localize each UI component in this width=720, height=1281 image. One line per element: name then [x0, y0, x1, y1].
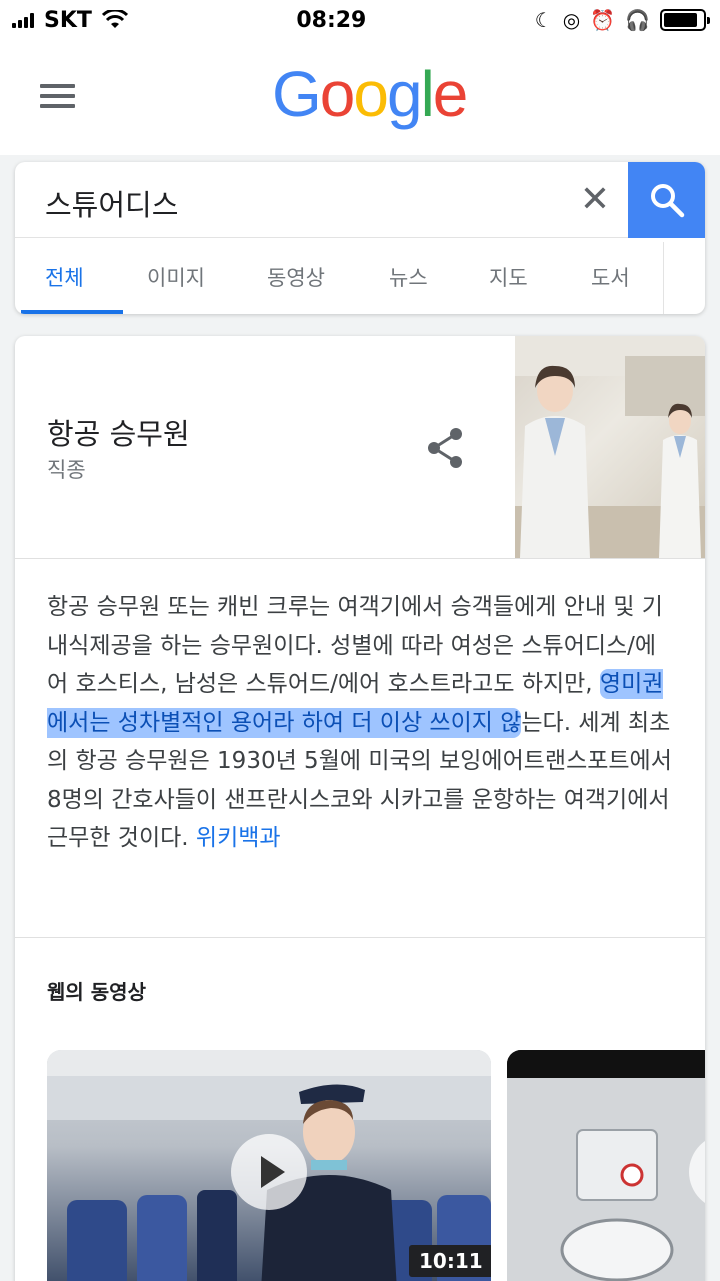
hamburger-icon[interactable]: [40, 84, 75, 108]
tab-images[interactable]: 이미지: [147, 262, 205, 292]
entity-image[interactable]: [515, 336, 705, 558]
video-thumbnail[interactable]: [507, 1050, 705, 1281]
video-thumbnail[interactable]: 10:11: [47, 1050, 491, 1281]
tab-videos[interactable]: 동영상: [267, 262, 325, 292]
tabs-divider: [663, 242, 664, 314]
entity-description: 항공 승무원 또는 캐빈 크루는 여객기에서 승객들에게 안내 및 기내식제공을…: [47, 588, 677, 858]
logo-letter: o: [319, 58, 356, 130]
rotation-lock-icon: ◎: [562, 8, 581, 32]
tab-news[interactable]: 뉴스: [389, 262, 428, 292]
play-icon[interactable]: [231, 1134, 307, 1210]
section-divider: [15, 558, 705, 559]
tab-all[interactable]: 전체: [45, 262, 84, 292]
clock: 08:29: [296, 7, 367, 33]
tab-maps[interactable]: 지도: [489, 262, 528, 292]
active-tab-indicator: [21, 310, 123, 314]
search-input[interactable]: 스튜어디스: [45, 182, 178, 224]
search-card: 스튜어디스 ✕ 전체 이미지 동영상 뉴스 지도 도서: [15, 162, 705, 314]
video-duration: 10:11: [409, 1245, 491, 1277]
moon-icon: ☾: [534, 8, 553, 32]
close-icon[interactable]: ✕: [575, 180, 615, 220]
tab-books[interactable]: 도서: [591, 262, 630, 292]
wifi-icon: [101, 10, 128, 28]
logo-letter: l: [420, 58, 435, 130]
search-button[interactable]: [628, 162, 705, 238]
logo-letter: g: [386, 58, 423, 130]
status-bar-right: ☾ ◎ ⏰ 🎧: [534, 8, 710, 32]
search-icon: [650, 184, 684, 218]
wikipedia-link[interactable]: 위키백과: [196, 825, 281, 851]
search-tabs: 전체 이미지 동영상 뉴스 지도 도서: [15, 238, 665, 314]
logo-letter: o: [353, 58, 389, 130]
knowledge-panel: 항공 승무원 직종 항공 승무원 또는 캐빈 크루는 여객기에서 승객들에게 안…: [15, 336, 705, 1281]
share-icon[interactable]: [425, 426, 465, 470]
status-bar-left: SKT: [12, 8, 128, 33]
carrier-label: SKT: [44, 7, 92, 33]
google-logo[interactable]: Google: [272, 62, 468, 126]
battery-icon: [659, 9, 710, 31]
video-lavatory-image: [507, 1050, 705, 1281]
entity-subtitle: 직종: [47, 458, 86, 482]
logo-letter: G: [272, 58, 322, 130]
alarm-icon: ⏰: [590, 8, 616, 32]
google-header: Google: [0, 40, 720, 155]
videos-heading: 웹의 동영상: [47, 980, 146, 1004]
logo-letter: e: [432, 58, 469, 130]
section-divider: [15, 937, 705, 938]
entity-title[interactable]: 항공 승무원: [47, 411, 190, 453]
flight-attendants-image: [515, 336, 705, 558]
status-bar: SKT 08:29 ☾ ◎ ⏰ 🎧: [0, 0, 720, 40]
description-text: 항공 승무원 또는 캐빈 크루는 여객기에서 승객들에게 안내 및 기내식제공을…: [47, 594, 663, 697]
headphones-icon: 🎧: [625, 8, 650, 32]
search-bar: 스튜어디스 ✕: [15, 162, 705, 238]
signal-icon: [12, 12, 34, 28]
